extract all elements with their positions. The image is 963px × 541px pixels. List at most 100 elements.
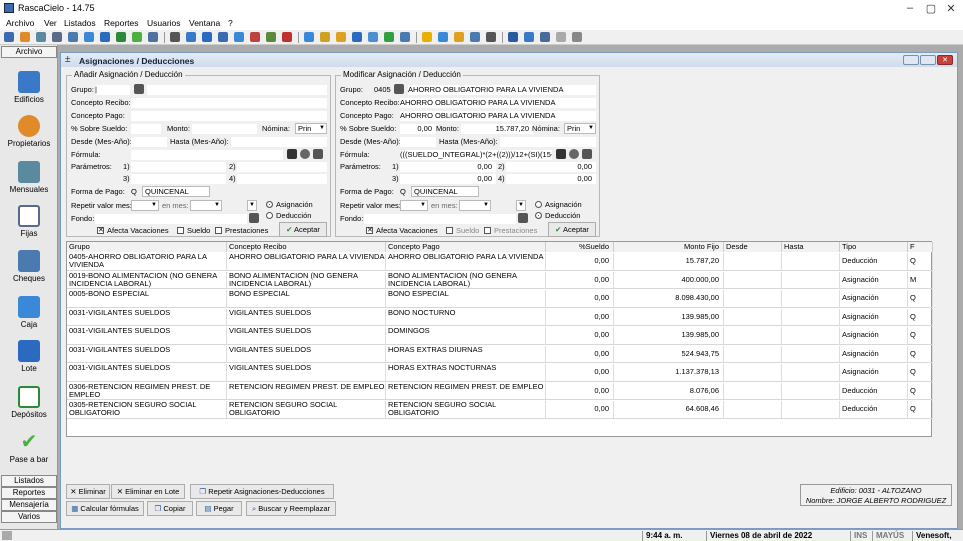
col-header-monto-fijo[interactable]: Monto Fijo — [614, 242, 724, 252]
menu-ver[interactable]: Ver — [44, 18, 57, 28]
col-header-concepto-recibo[interactable]: Concepto Recibo — [227, 242, 386, 252]
sueldo-checkbox[interactable] — [177, 227, 184, 234]
param2-input[interactable] — [237, 162, 327, 172]
toolbar-pen-icon[interactable] — [68, 32, 78, 42]
search-icon[interactable] — [134, 84, 144, 94]
concepto-pago-input[interactable] — [131, 111, 327, 121]
sidebar-item-fijas[interactable]: Fijas — [0, 205, 58, 238]
hasta-input[interactable] — [231, 137, 327, 147]
sidebar-item-pase-a-bar[interactable]: ✔ Pase a bar — [0, 431, 58, 464]
mod-concepto-recibo-input[interactable]: AHORRO OBLIGATORIO PARA LA VIVIENDA — [400, 98, 596, 108]
mod-param3-input[interactable]: 0,00 — [400, 174, 496, 184]
mod-hasta-input[interactable] — [500, 137, 596, 147]
mod-en-mes-select[interactable]: ▼ — [459, 200, 491, 211]
buscar-button[interactable]: ⌕ Buscar y Reemplazar — [246, 501, 336, 516]
maximize-button[interactable]: ▢ — [921, 2, 941, 15]
table-row[interactable]: 0031-VIGILANTES SUELDOS VIGILANTES SUELDO… — [67, 326, 933, 345]
nomina-select[interactable]: Prin ▼ — [295, 123, 327, 134]
menu-help[interactable]: ? — [228, 18, 233, 28]
sidebar-reportes-button[interactable]: Reportes — [1, 487, 57, 499]
col-header-grupo[interactable]: Grupo — [67, 242, 227, 252]
prestaciones-checkbox[interactable] — [215, 227, 222, 234]
window-minimize-button[interactable] — [903, 55, 919, 65]
aceptar-add-button[interactable]: ✔ Aceptar — [279, 222, 327, 237]
toolbar-stack-icon[interactable] — [100, 32, 110, 42]
param4-input[interactable] — [237, 174, 327, 184]
menu-archivo[interactable]: Archivo — [6, 18, 34, 28]
fondo-search-icon[interactable] — [249, 213, 259, 223]
col-header-sueldo[interactable]: %Sueldo — [546, 242, 614, 252]
toolbar-smile-icon[interactable] — [454, 32, 464, 42]
table-row[interactable]: 0005-BONO ESPECIAL BONO ESPECIAL BONO ESPE… — [67, 289, 933, 308]
toolbar-book-icon[interactable] — [352, 32, 362, 42]
table-row[interactable]: 0405-AHORRO OBLIGATORIO PARA LA VIVIENDA… — [67, 252, 933, 271]
toolbar-database-icon[interactable] — [508, 32, 518, 42]
minimize-button[interactable]: – — [900, 2, 920, 14]
repetir-select[interactable]: ▼ — [131, 200, 159, 211]
mod-forma-pago-input[interactable]: QUINCENAL — [411, 186, 479, 197]
mod-monto-input[interactable]: 15.787,20 — [461, 124, 533, 134]
col-header-desde[interactable]: Desde — [724, 242, 782, 252]
sobre-sueldo-input[interactable] — [131, 124, 161, 134]
toolbar-document-icon[interactable] — [52, 32, 62, 42]
mod-radio-asignacion[interactable] — [535, 201, 542, 208]
mod-prestaciones-checkbox[interactable] — [484, 227, 491, 234]
mod-fondo-input[interactable] — [364, 214, 516, 224]
forma-pago-code[interactable]: Q — [131, 187, 137, 196]
toolbar-chart-icon[interactable] — [186, 32, 196, 42]
table-row[interactable]: 0306-RETENCION REGIMEN PREST. DE EMPLEO R… — [67, 382, 933, 400]
eliminar-lote-button[interactable]: ✕ Eliminar en Lote — [111, 484, 185, 499]
toolbar-list-icon[interactable] — [368, 32, 378, 42]
monto-input[interactable] — [192, 124, 257, 134]
mod-param1-input[interactable]: 0,00 — [400, 162, 496, 172]
window-restore-button[interactable] — [920, 55, 936, 65]
sidebar-item-lote[interactable]: Lote — [0, 340, 58, 373]
toolbar-tools-icon[interactable] — [266, 32, 276, 42]
toolbar-report-icon[interactable] — [218, 32, 228, 42]
menu-ventana[interactable]: Ventana — [189, 18, 220, 28]
radio-asignacion[interactable] — [266, 201, 273, 208]
mod-search-icon[interactable] — [394, 84, 404, 94]
aceptar-mod-button[interactable]: ✔ Aceptar — [548, 222, 596, 237]
toolbar-hash-icon[interactable] — [170, 32, 180, 42]
forma-pago-input[interactable]: QUINCENAL — [142, 186, 210, 197]
toolbar-checkmark-icon[interactable] — [132, 32, 142, 42]
toolbar-checkbox-icon[interactable] — [116, 32, 126, 42]
sidebar-item-depositos[interactable]: Depósitos — [0, 386, 58, 419]
mod-formula-input[interactable]: (((SUELDO_INTEGRAL)*(2+((2)))/12+(SI)(15… — [400, 150, 552, 160]
eliminar-button[interactable]: ✕ Eliminar — [66, 484, 110, 499]
copiar-button[interactable]: ❐ Copiar — [147, 501, 193, 516]
mod-sobre-sueldo-input[interactable]: 0,00 — [400, 124, 436, 134]
en-mes-select[interactable]: ▼ — [190, 200, 222, 211]
toolbar-grid-icon[interactable] — [148, 32, 158, 42]
formula-search-icon[interactable] — [313, 149, 323, 159]
mod-formula-search-icon[interactable] — [582, 149, 592, 159]
mod-forma-pago-code[interactable]: Q — [400, 187, 406, 196]
col-header-concepto-pago[interactable]: Concepto Pago — [386, 242, 546, 252]
mod-magnifier-icon[interactable] — [569, 149, 579, 159]
table-row[interactable]: 0305-RETENCION SEGURO SOCIAL OBLIGATORIO… — [67, 400, 933, 419]
sidebar-varios-button[interactable]: Varios — [1, 511, 57, 523]
menu-listados[interactable]: Listados — [64, 18, 96, 28]
mod-concepto-pago-input[interactable]: AHORRO OBLIGATORIO PARA LA VIVIENDA — [400, 111, 596, 121]
sidebar-item-cheques[interactable]: Cheques — [0, 250, 58, 283]
toolbar-star-icon[interactable] — [422, 32, 432, 42]
toolbar-window-icon[interactable] — [400, 32, 410, 42]
calcular-button[interactable]: ▦ Calcular fórmulas — [66, 501, 144, 516]
mod-nomina-select[interactable]: Prin ▼ — [564, 123, 596, 134]
fondo-input[interactable] — [95, 214, 247, 224]
toolbar-screen-icon[interactable] — [540, 32, 550, 42]
col-header-hasta[interactable]: Hasta — [782, 242, 840, 252]
mod-fondo-search-icon[interactable] — [518, 213, 528, 223]
param3-input[interactable] — [131, 174, 226, 184]
extra-select[interactable]: ▼ — [247, 200, 257, 211]
radio-deduccion[interactable] — [266, 212, 273, 219]
mod-grupo-code[interactable]: 0405 — [374, 85, 391, 94]
pegar-button[interactable]: ▤ Pegar — [196, 501, 242, 516]
toolbar-blank-icon[interactable] — [556, 32, 566, 42]
toolbar-pencil-icon[interactable] — [320, 32, 330, 42]
mod-extra-select[interactable]: ▼ — [516, 200, 526, 211]
menu-usuarios[interactable]: Usuarios — [147, 18, 181, 28]
toolbar-export-icon[interactable] — [234, 32, 244, 42]
menu-reportes[interactable]: Reportes — [104, 18, 139, 28]
